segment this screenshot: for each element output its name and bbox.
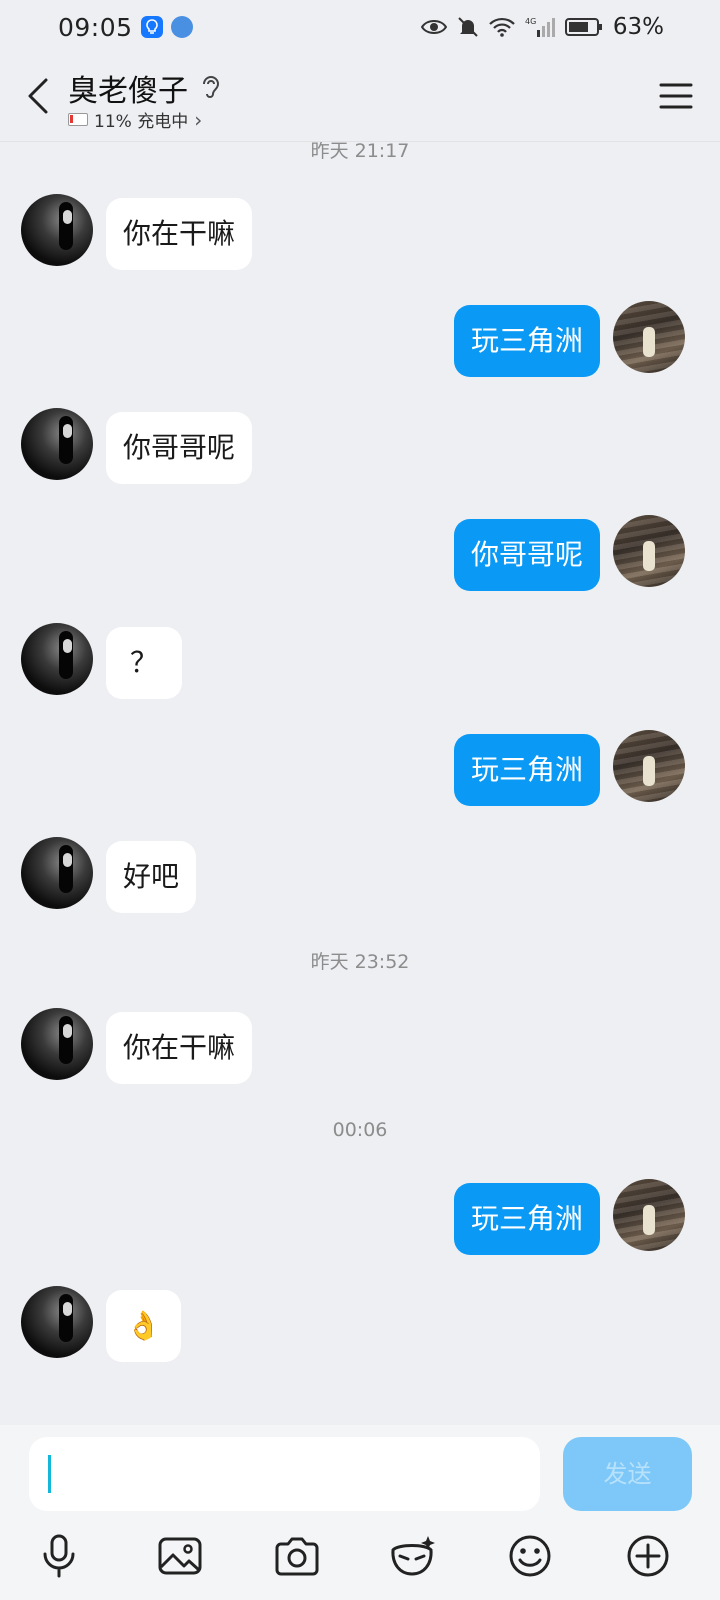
message-bubble-sent[interactable]: 玩三角洲: [453, 734, 600, 806]
emoji-icon: [509, 1535, 551, 1577]
message-bubble-sent[interactable]: 玩三角洲: [453, 1183, 600, 1255]
message-row: 你哥哥呢: [0, 408, 720, 484]
contact-status-text: 11% 充电中: [94, 112, 189, 132]
self-avatar[interactable]: [613, 1179, 685, 1251]
chat-area[interactable]: 昨天 21:17 你在干嘛 玩三角洲 你哥哥呢 你哥哥呢 ？ 玩三角洲 好吧 昨…: [0, 142, 720, 1425]
camera-button[interactable]: [272, 1531, 322, 1581]
contact-avatar[interactable]: [21, 1286, 93, 1358]
ear-icon[interactable]: [198, 72, 224, 102]
self-avatar[interactable]: [613, 515, 685, 587]
sticker-button[interactable]: [388, 1531, 438, 1581]
low-battery-icon: [68, 113, 88, 126]
message-bubble-received[interactable]: ？: [106, 627, 183, 699]
battery-icon: [564, 18, 602, 36]
microphone-icon: [43, 1534, 75, 1578]
message-row: 你在干嘛: [0, 194, 720, 270]
message-bubble-received[interactable]: 你在干嘛: [106, 1012, 253, 1084]
timestamp: 00:06: [332, 1119, 388, 1141]
message-bubble-sent[interactable]: 玩三角洲: [453, 305, 600, 377]
status-bar: 09:05 4G 63%: [0, 0, 720, 54]
text-caret: [48, 1455, 51, 1493]
camera-icon: [275, 1537, 319, 1576]
message-row: ？: [0, 623, 720, 699]
network-label: 4G: [525, 17, 536, 26]
chevron-left-icon: [28, 78, 48, 114]
message-row: 你哥哥呢: [0, 515, 720, 591]
image-button[interactable]: [155, 1531, 205, 1581]
message-row: 玩三角洲: [0, 730, 720, 806]
mute-bell-icon: [458, 17, 478, 37]
input-toolbar: [0, 1531, 720, 1581]
message-row: 玩三角洲: [0, 1179, 720, 1255]
more-button[interactable]: [623, 1531, 673, 1581]
input-bar: 发送: [0, 1425, 720, 1600]
contact-name[interactable]: 臭老傻子: [68, 66, 188, 110]
contact-avatar[interactable]: [21, 623, 93, 695]
message-row: 👌: [0, 1286, 720, 1362]
emoji-button[interactable]: [505, 1531, 555, 1581]
eye-icon: [420, 20, 447, 34]
mask-sticker-icon: [391, 1536, 435, 1576]
message-bubble-received[interactable]: 👌: [106, 1290, 181, 1362]
image-icon: [158, 1537, 202, 1575]
chevron-right-icon: ›: [194, 107, 203, 132]
message-row: 你在干嘛: [0, 1008, 720, 1084]
app-notification-icon: [140, 16, 163, 38]
wifi-icon: [489, 17, 515, 37]
status-right: 4G 63%: [420, 14, 664, 40]
contact-avatar[interactable]: [21, 408, 93, 480]
message-bubble-received[interactable]: 你在干嘛: [106, 198, 253, 270]
self-avatar[interactable]: [613, 301, 685, 373]
menu-icon[interactable]: [658, 78, 694, 114]
cellular-signal-icon: 4G: [525, 17, 555, 37]
plus-icon: [627, 1535, 669, 1577]
message-row: 好吧: [0, 837, 720, 913]
chat-header: 臭老傻子 11% 充电中 ›: [0, 54, 720, 142]
timestamp: 昨天 21:17: [310, 142, 410, 162]
message-bubble-sent[interactable]: 你哥哥呢: [453, 519, 600, 591]
message-bubble-received[interactable]: 你哥哥呢: [106, 412, 253, 484]
contact-avatar[interactable]: [21, 194, 93, 266]
contact-avatar[interactable]: [21, 1008, 93, 1080]
self-avatar[interactable]: [613, 730, 685, 802]
battery-percent: 63%: [612, 14, 664, 40]
message-row: 玩三角洲: [0, 301, 720, 377]
app-notification-icon-2: [170, 16, 193, 38]
contact-avatar[interactable]: [21, 837, 93, 909]
send-button[interactable]: 发送: [563, 1437, 692, 1511]
status-left: 09:05: [58, 13, 193, 42]
message-input[interactable]: [29, 1437, 540, 1511]
contact-status[interactable]: 11% 充电中 ›: [68, 107, 202, 132]
status-time: 09:05: [58, 12, 133, 42]
microphone-button[interactable]: [34, 1531, 84, 1581]
back-button[interactable]: [18, 72, 58, 120]
message-bubble-received[interactable]: 好吧: [106, 841, 197, 913]
timestamp: 昨天 23:52: [310, 951, 410, 973]
